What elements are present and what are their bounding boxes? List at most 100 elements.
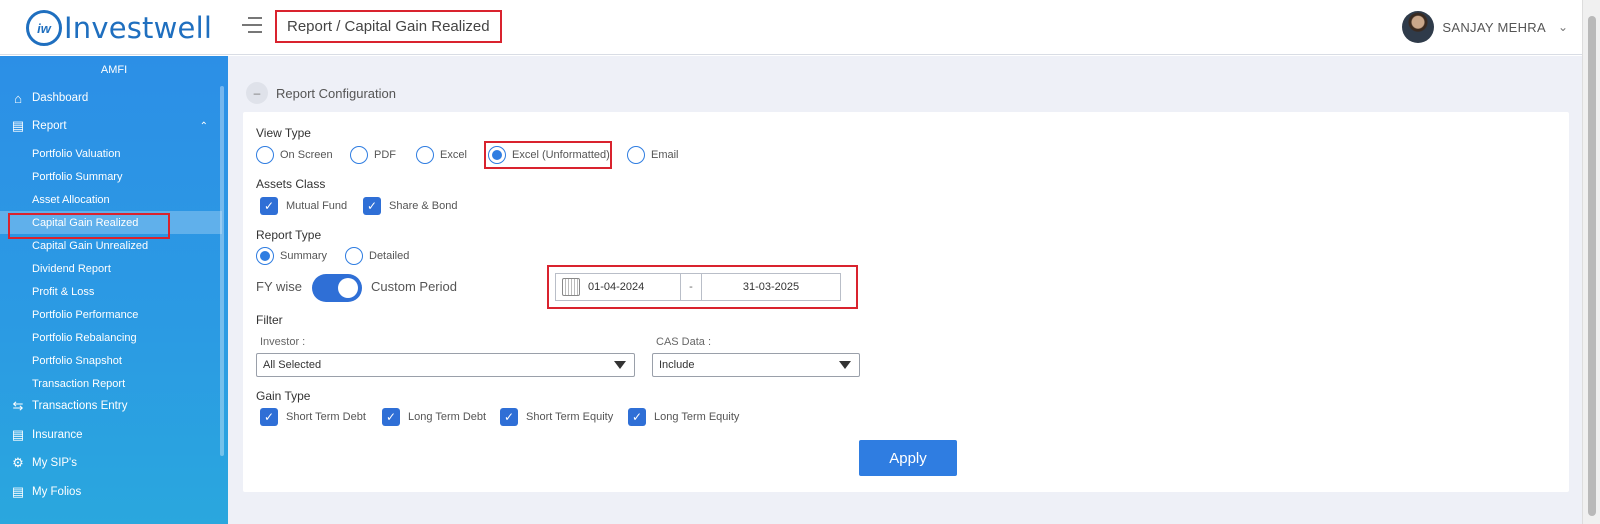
section-title: Report Configuration [276, 85, 396, 101]
dropdown-caret-icon [614, 361, 626, 369]
scrollbar-thumb[interactable] [1588, 16, 1596, 516]
option-label: Long Term Debt [408, 411, 487, 423]
checkmark-icon: ✓ [500, 408, 518, 426]
sidebar-subitem-capital-gain-realized[interactable]: Capital Gain Realized [0, 211, 222, 234]
option-label: Share & Bond [389, 200, 458, 212]
option-label: PDF [374, 149, 396, 161]
sidebar-item-label: Insurance [32, 429, 83, 441]
option-label: Excel [440, 149, 467, 161]
sidebar-item-report[interactable]: ▤ Report ⌃ [0, 113, 222, 139]
from-date-value: 01-04-2024 [588, 281, 645, 293]
report-type-summary[interactable]: Summary [256, 247, 327, 265]
view-type-label: View Type [256, 126, 311, 140]
report-type-label: Report Type [256, 228, 322, 242]
sidebar-subitem-portfolio-valuation[interactable]: Portfolio Valuation [0, 142, 222, 165]
sidebar-subitem-asset-allocation[interactable]: Asset Allocation [0, 188, 222, 211]
date-separator: - [681, 273, 701, 301]
sidebar-item-insurance[interactable]: ▤ Insurance [0, 422, 222, 448]
sidebar-subitem-portfolio-summary[interactable]: Portfolio Summary [0, 165, 222, 188]
logo-text: Investwell [64, 11, 213, 45]
folio-icon: ▤ [11, 484, 25, 499]
sidebar-item-dashboard[interactable]: ⌂ Dashboard [0, 85, 222, 111]
to-date-input[interactable]: 31-03-2025 [701, 273, 841, 301]
sidebar-subitem-dividend-report[interactable]: Dividend Report [0, 257, 222, 280]
sidebar-org: AMFI [100, 64, 128, 76]
view-type-excel-unformatted[interactable]: Excel (Unformatted) [488, 146, 610, 164]
collapse-icon[interactable]: – [246, 82, 268, 104]
view-type-pdf[interactable]: PDF [350, 146, 396, 164]
dropdown-caret-icon [839, 361, 851, 369]
asset-mutual-fund-checkbox[interactable]: ✓ Mutual Fund [260, 197, 347, 215]
chevron-down-icon: ⌄ [1557, 20, 1568, 34]
asset-share-bond-checkbox[interactable]: ✓ Share & Bond [363, 197, 458, 215]
gain-type-label: Gain Type [256, 389, 311, 403]
top-header: iw Investwell Report / Capital Gain Real… [0, 0, 1600, 55]
calendar-icon[interactable] [562, 278, 580, 296]
checkmark-icon: ✓ [260, 197, 278, 215]
option-label: Email [651, 149, 679, 161]
checkmark-icon: ✓ [628, 408, 646, 426]
logo-mark: iw [26, 10, 62, 46]
document-icon: ▤ [11, 427, 25, 442]
investor-label: Investor : [260, 336, 306, 348]
menu-toggle-icon[interactable] [242, 17, 264, 37]
sidebar: AMFI ⌂ Dashboard ▤ Report ⌃ Portfolio Va… [0, 56, 228, 524]
checkmark-icon: ✓ [382, 408, 400, 426]
view-type-on-screen[interactable]: On Screen [256, 146, 333, 164]
investor-value: All Selected [263, 359, 322, 371]
to-date-value: 31-03-2025 [742, 281, 800, 293]
breadcrumb: Report / Capital Gain Realized [275, 10, 502, 43]
from-date-input[interactable]: 01-04-2024 [555, 273, 681, 301]
section-header: – Report Configuration [246, 82, 396, 104]
option-label: On Screen [280, 149, 333, 161]
apply-button[interactable]: Apply [859, 440, 957, 476]
gain-long-term-debt-checkbox[interactable]: ✓ Long Term Debt [382, 408, 486, 426]
option-label: Excel (Unformatted) [512, 149, 610, 161]
option-label: Short Term Equity [526, 411, 614, 423]
avatar [1402, 11, 1435, 43]
sidebar-item-label: Dashboard [32, 92, 89, 104]
checkmark-icon: ✓ [260, 408, 278, 426]
cas-data-select[interactable]: Include [652, 353, 860, 377]
sidebar-item-label: My SIP's [32, 457, 78, 469]
radio-icon [416, 146, 434, 164]
gain-short-term-equity-checkbox[interactable]: ✓ Short Term Equity [500, 408, 613, 426]
cas-data-value: Include [659, 359, 695, 371]
swap-icon: ⇆ [12, 398, 24, 413]
sidebar-item-transactions-entry[interactable]: ⇆ Transactions Entry [0, 393, 222, 419]
radio-icon [345, 247, 363, 265]
sidebar-subitem-profit-loss[interactable]: Profit & Loss [0, 280, 222, 303]
sidebar-item-my-folios[interactable]: ▤ My Folios [0, 479, 222, 505]
sidebar-subitem-portfolio-rebalancing[interactable]: Portfolio Rebalancing [0, 326, 222, 349]
radio-selected-icon [488, 146, 506, 164]
gain-short-term-debt-checkbox[interactable]: ✓ Short Term Debt [260, 408, 366, 426]
chevron-up-icon: ⌃ [199, 120, 208, 132]
page-scrollbar[interactable] [1582, 0, 1600, 524]
radio-icon [627, 146, 645, 164]
view-type-email[interactable]: Email [627, 146, 679, 164]
fy-wise-label: FY wise [256, 279, 302, 294]
sidebar-item-my-sips[interactable]: ⚙ My SIP's [0, 450, 222, 476]
option-label: Long Term Equity [654, 411, 740, 423]
cas-data-label: CAS Data : [656, 336, 712, 348]
investwell-logo[interactable]: iw Investwell [26, 10, 212, 46]
option-label: Summary [280, 250, 328, 262]
radio-icon [256, 146, 274, 164]
period-toggle[interactable] [312, 274, 362, 302]
user-menu[interactable]: SANJAY MEHRA ⌄ [1402, 11, 1568, 43]
sidebar-subitem-portfolio-snapshot[interactable]: Portfolio Snapshot [0, 349, 222, 372]
option-label: Mutual Fund [286, 200, 348, 212]
view-type-excel[interactable]: Excel [416, 146, 467, 164]
sidebar-item-label: Transactions Entry [32, 400, 128, 412]
radio-icon [350, 146, 368, 164]
gain-long-term-equity-checkbox[interactable]: ✓ Long Term Equity [628, 408, 739, 426]
investor-select[interactable]: All Selected [256, 353, 635, 377]
user-name: SANJAY MEHRA [1442, 19, 1546, 35]
sidebar-subitem-portfolio-performance[interactable]: Portfolio Performance [0, 303, 222, 326]
option-label: Short Term Debt [286, 411, 366, 423]
report-type-detailed[interactable]: Detailed [345, 247, 409, 265]
custom-period-label: Custom Period [371, 279, 457, 294]
sip-icon: ⚙ [12, 455, 24, 470]
sidebar-subitem-transaction-report[interactable]: Transaction Report [0, 372, 222, 395]
sidebar-subitem-capital-gain-unrealized[interactable]: Capital Gain Unrealized [0, 234, 222, 257]
